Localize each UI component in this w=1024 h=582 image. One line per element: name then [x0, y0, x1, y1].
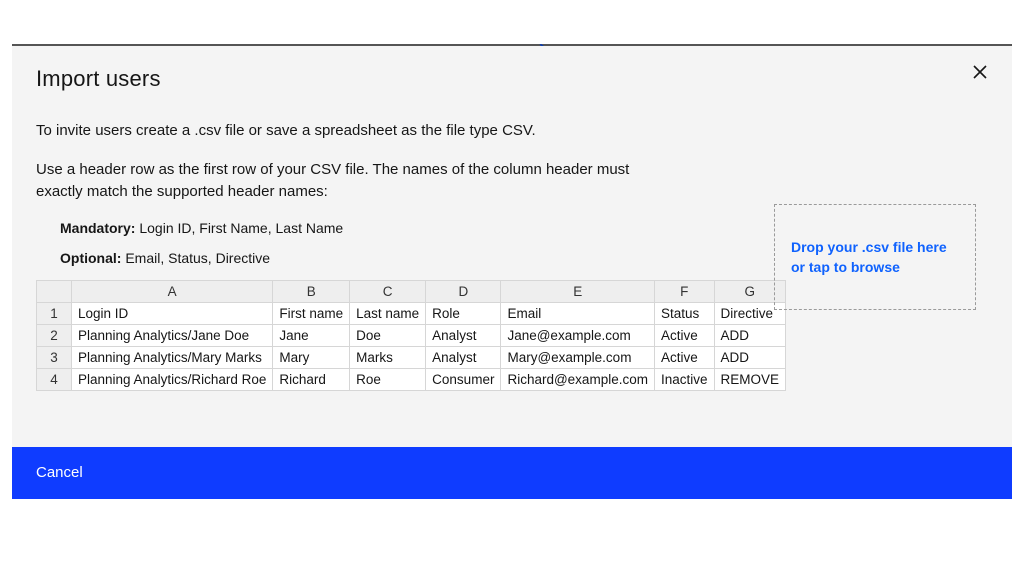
col-letter: F: [654, 280, 714, 302]
data-cell: Jane: [273, 324, 350, 346]
cancel-label: Cancel: [36, 464, 83, 481]
file-drop-zone[interactable]: Drop your .csv file here or tap to brows…: [774, 204, 976, 310]
data-cell: Jane@example.com: [501, 324, 655, 346]
row-number: 4: [37, 368, 72, 390]
data-cell: ADD: [714, 346, 786, 368]
data-cell: Doe: [350, 324, 426, 346]
header-cell: Role: [426, 302, 501, 324]
data-cell: Planning Analytics/Richard Roe: [72, 368, 273, 390]
data-cell: Richard: [273, 368, 350, 390]
header-cell: Status: [654, 302, 714, 324]
mandatory-label: Mandatory:: [60, 220, 135, 236]
data-cell: Active: [654, 324, 714, 346]
data-cell: REMOVE: [714, 368, 786, 390]
dialog-footer: Cancel: [12, 447, 1012, 499]
data-cell: Roe: [350, 368, 426, 390]
row-number: 2: [37, 324, 72, 346]
description-1: To invite users create a .csv file or sa…: [36, 120, 676, 143]
drop-zone-text: Drop your .csv file here or tap to brows…: [791, 237, 959, 278]
example-spreadsheet: ABCDEFG1Login IDFirst nameLast nameRoleE…: [36, 280, 786, 391]
mandatory-fields: Login ID, First Name, Last Name: [139, 220, 343, 236]
dialog-title: Import users: [36, 66, 988, 92]
optional-fields: Email, Status, Directive: [125, 250, 270, 266]
data-cell: Planning Analytics/Mary Marks: [72, 346, 273, 368]
data-cell: Planning Analytics/Jane Doe: [72, 324, 273, 346]
col-letter: D: [426, 280, 501, 302]
data-cell: Consumer: [426, 368, 501, 390]
data-cell: ADD: [714, 324, 786, 346]
header-cell: Email: [501, 302, 655, 324]
row-number: 1: [37, 302, 72, 324]
close-button[interactable]: [972, 64, 988, 85]
col-letter: A: [72, 280, 273, 302]
col-letter: E: [501, 280, 655, 302]
col-letter: C: [350, 280, 426, 302]
header-cell: First name: [273, 302, 350, 324]
close-icon: [972, 67, 988, 84]
data-cell: Marks: [350, 346, 426, 368]
optional-label: Optional:: [60, 250, 121, 266]
col-letter: B: [273, 280, 350, 302]
header-cell: Last name: [350, 302, 426, 324]
description-2: Use a header row as the first row of you…: [36, 159, 676, 204]
data-cell: Mary: [273, 346, 350, 368]
cancel-button[interactable]: Cancel: [12, 464, 107, 481]
data-cell: Active: [654, 346, 714, 368]
data-cell: Analyst: [426, 346, 501, 368]
data-cell: Richard@example.com: [501, 368, 655, 390]
data-cell: Mary@example.com: [501, 346, 655, 368]
data-cell: Inactive: [654, 368, 714, 390]
import-users-dialog: Import users To invite users create a .c…: [12, 46, 1012, 447]
header-cell: Login ID: [72, 302, 273, 324]
row-number: 3: [37, 346, 72, 368]
data-cell: Analyst: [426, 324, 501, 346]
